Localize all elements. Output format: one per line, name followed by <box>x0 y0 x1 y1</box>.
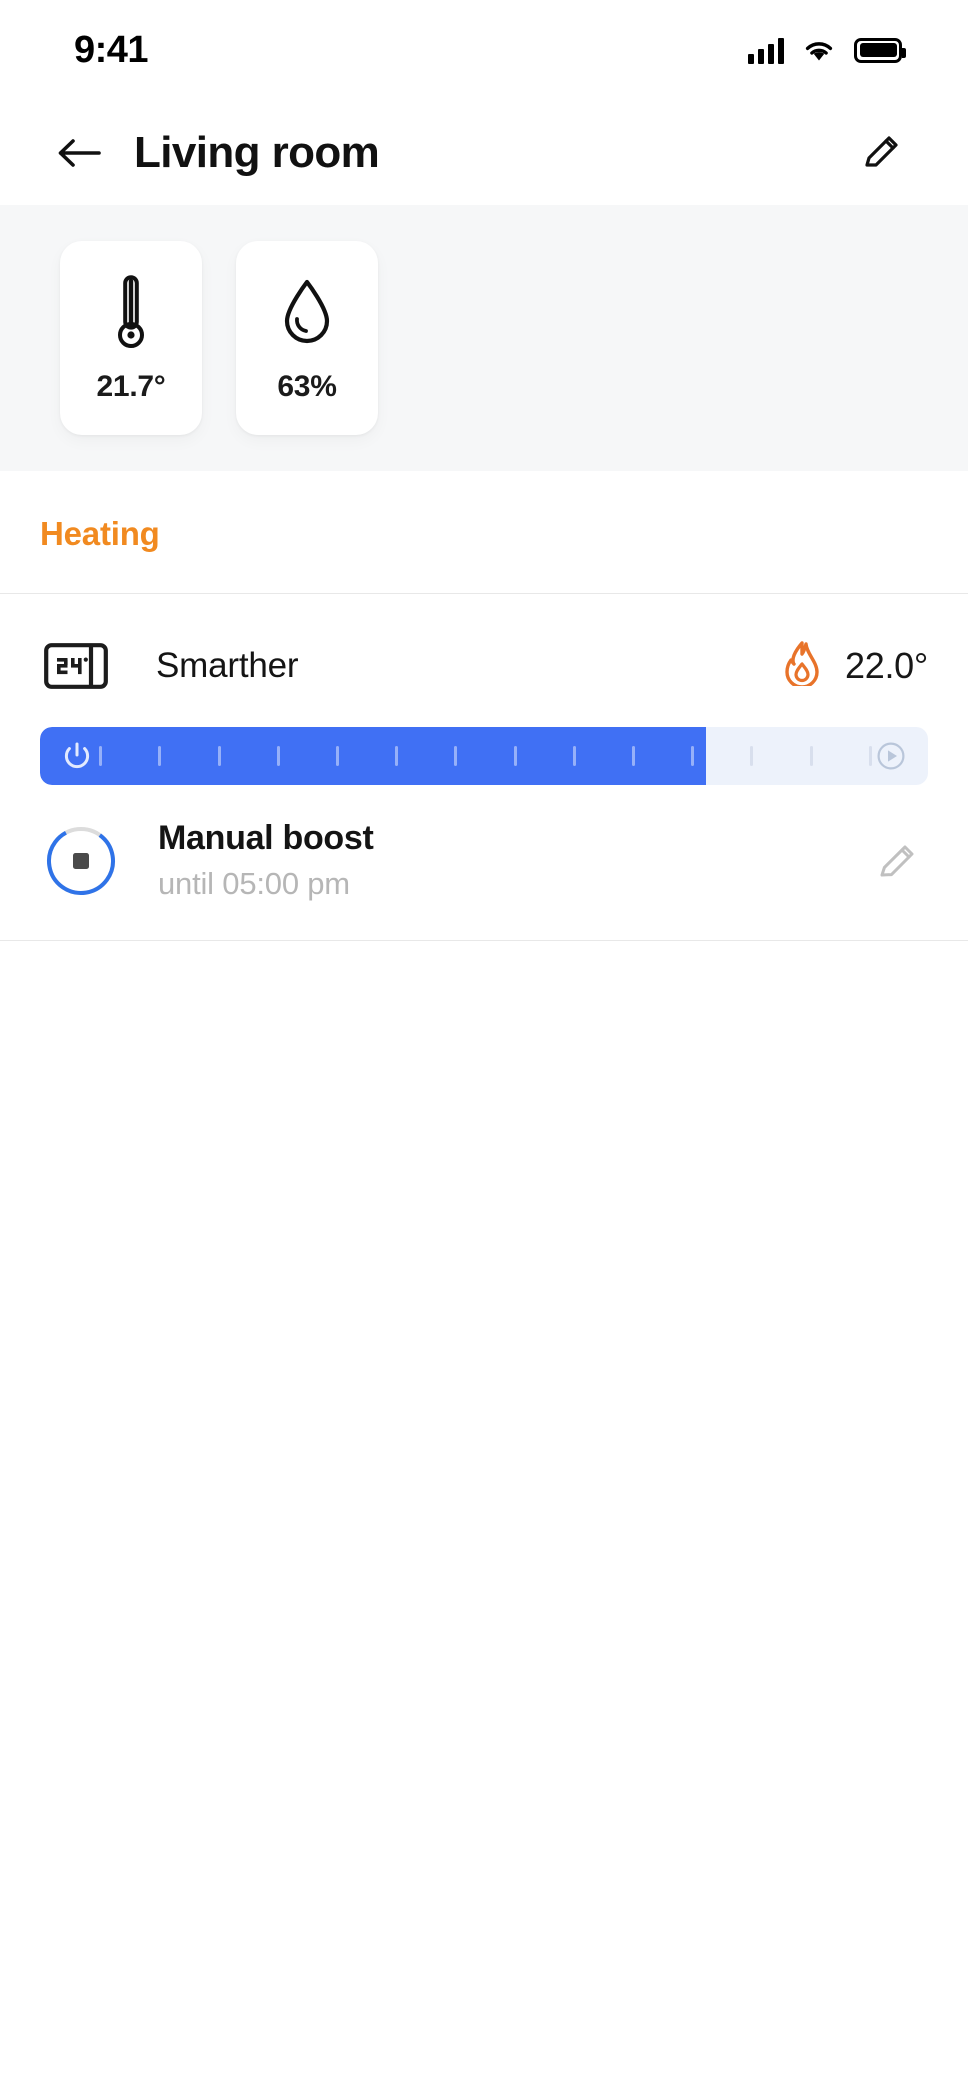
slider-tick <box>335 746 339 766</box>
slider-tick <box>395 746 399 766</box>
slider-tick <box>631 746 635 766</box>
pencil-icon <box>880 845 914 876</box>
pencil-icon <box>865 135 898 167</box>
flame-icon <box>783 640 821 691</box>
status-bar: 9:41 <box>0 0 968 100</box>
slider-tick <box>454 746 458 766</box>
edit-room-button[interactable] <box>852 123 912 183</box>
manual-boost-row[interactable]: Manual boost until 05:00 pm <box>0 785 968 940</box>
edit-boost-button[interactable] <box>868 831 928 891</box>
slider-tick <box>217 746 221 766</box>
status-time: 9:41 <box>74 28 149 71</box>
boost-title: Manual boost <box>158 819 374 857</box>
app-screen: 9:41 Living room 21.7° 63% Heating Smart… <box>0 0 968 2096</box>
slider-tick <box>513 746 517 766</box>
sensor-card-temperature[interactable]: 21.7° <box>60 241 202 435</box>
section-heading-heating: Heating <box>0 471 968 593</box>
section-heading-label: Heating <box>40 515 160 552</box>
sensor-value-humidity: 63% <box>277 370 337 403</box>
device-state: 22.0° <box>783 640 928 691</box>
slider-tick <box>809 746 813 766</box>
sensor-value-temperature: 21.7° <box>96 370 166 403</box>
play-circle-icon[interactable] <box>874 739 908 773</box>
slider-tick <box>572 746 576 766</box>
stop-square-icon <box>73 852 89 869</box>
status-icons <box>748 36 906 64</box>
temperature-slider-wrap <box>0 727 968 785</box>
battery-full-icon <box>854 37 906 63</box>
boost-subtitle: until 05:00 pm <box>158 866 350 901</box>
power-icon[interactable] <box>60 739 94 773</box>
boost-text: Manual boost until 05:00 pm <box>158 819 868 902</box>
slider-ticks <box>40 727 928 785</box>
slider-tick <box>868 746 872 766</box>
sensor-strip: 21.7° 63% <box>0 205 968 471</box>
device-name: Smarther <box>156 645 299 685</box>
slider-tick <box>158 746 162 766</box>
page-title: Living room <box>134 127 380 177</box>
slider-tick <box>276 746 280 766</box>
boost-stop-button[interactable] <box>44 824 118 898</box>
cellular-signal-icon <box>748 36 784 64</box>
nav-bar: Living room <box>0 100 968 205</box>
slider-tick <box>750 746 754 766</box>
slider-tick <box>99 746 103 766</box>
device-row[interactable]: Smarther 22.0° <box>0 594 968 727</box>
sensor-card-humidity[interactable]: 63% <box>236 241 378 435</box>
back-button[interactable] <box>48 121 112 185</box>
thermostat-icon <box>44 641 114 691</box>
arrow-left-icon <box>58 138 101 167</box>
slider-tick <box>691 746 695 766</box>
humidity-drop-icon <box>276 272 338 356</box>
thermometer-icon <box>110 272 152 356</box>
temperature-slider[interactable] <box>40 727 928 785</box>
wifi-icon <box>802 37 836 63</box>
device-block-smarther: Smarther 22.0° Manual boost until 05:00 … <box>0 594 968 940</box>
divider-bottom <box>0 940 968 941</box>
device-temperature: 22.0° <box>845 644 928 686</box>
